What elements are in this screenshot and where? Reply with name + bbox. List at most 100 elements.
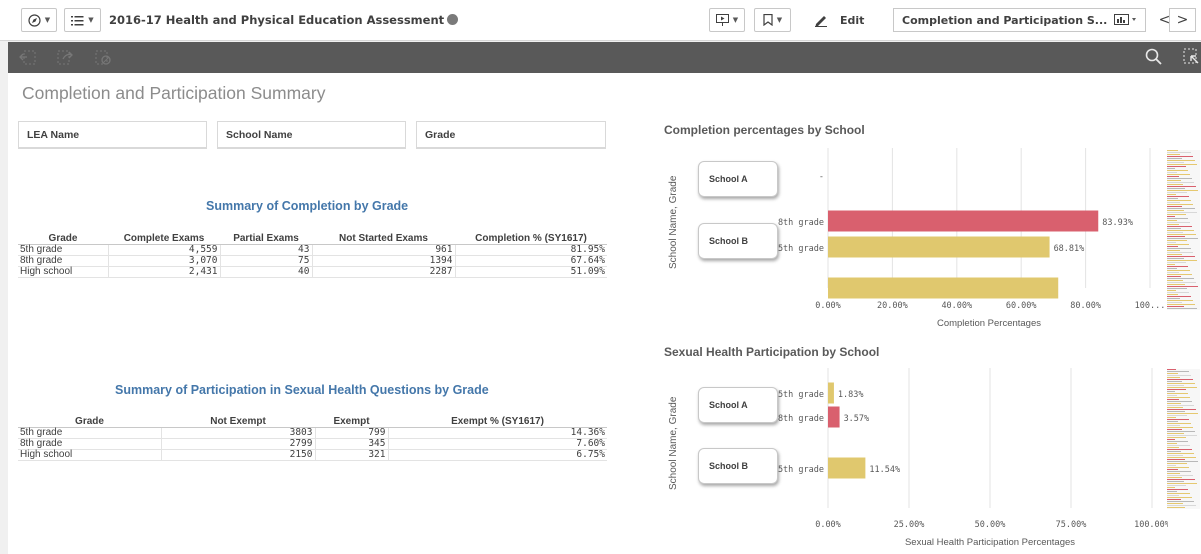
column-header[interactable]: Complete Exams <box>108 233 220 245</box>
filter-lea-name[interactable]: LEA Name <box>18 121 207 149</box>
x-axis-label: Sexual Health Participation Percentages <box>905 537 1075 548</box>
chevron-down-icon: ▼ <box>88 16 94 24</box>
participation-chart-ylabel: School Name, Grade <box>668 396 679 490</box>
minimap-line <box>1167 214 1186 215</box>
sheet-canvas: Completion and Participation Summary LEA… <box>8 73 1201 554</box>
minimap-line <box>1167 164 1197 165</box>
list-icon <box>71 15 84 25</box>
sheet-title: Completion and Participation Summary <box>22 83 326 103</box>
school-dimension-label[interactable]: School A <box>698 387 778 423</box>
school-dimension-label[interactable]: School B <box>698 223 778 259</box>
column-header[interactable]: Exempt <box>315 416 388 428</box>
navigation-menu-button[interactable]: ▼ <box>21 8 57 32</box>
x-tick-label: 50.00% <box>975 520 1006 530</box>
table-row: High school 2150 321 6.75% <box>18 449 607 461</box>
value-cell: 1394 <box>311 255 455 267</box>
minimap-line <box>1167 461 1198 462</box>
grade-cell[interactable]: 8th grade <box>18 438 161 450</box>
minimap-line <box>1167 491 1177 492</box>
minimap-line <box>1167 152 1191 153</box>
school-dimension-label[interactable]: School A <box>698 161 778 197</box>
global-menu-button[interactable]: ▼ <box>64 8 101 32</box>
filter-school-name[interactable]: School Name <box>217 121 406 149</box>
minimap-line <box>1167 234 1196 235</box>
completion-chart[interactable]: 0.00% 20.00% 40.00% 60.00% 80.00% 100... Compl… <box>688 148 1168 348</box>
minimap-line <box>1167 188 1185 189</box>
chevron-down-icon: ▼ <box>732 16 739 24</box>
minimap-line <box>1167 226 1192 227</box>
minimap-line <box>1167 186 1196 187</box>
search-icon[interactable] <box>1145 48 1162 65</box>
table-row: 8th grade 3,070 75 1394 67.64% <box>18 255 607 267</box>
value-cell: 2287 <box>311 266 455 278</box>
table-header-row: Grade Complete Exams Partial Exams Not Star… <box>18 233 607 245</box>
minimap-line <box>1167 429 1182 430</box>
bar[interactable] <box>828 210 1099 232</box>
minimap-line <box>1167 403 1181 404</box>
story-button[interactable]: ▼ <box>709 8 745 32</box>
minimap-line <box>1167 172 1177 173</box>
grade-label: 5th grade <box>778 244 824 254</box>
data-label: 1.83% <box>838 390 864 400</box>
selections-tool-icon[interactable] <box>1183 48 1200 65</box>
step-forward-icon[interactable] <box>57 50 74 65</box>
grade-cell[interactable]: High school <box>18 266 108 278</box>
minimap-line <box>1167 264 1175 265</box>
filter-grade[interactable]: Grade <box>416 121 606 149</box>
minimap-line <box>1167 471 1191 472</box>
school-dimension-label[interactable]: School B <box>698 448 778 484</box>
minimap-line <box>1167 435 1197 436</box>
filter-label: Grade <box>425 129 456 141</box>
selections-toolbar <box>8 42 1201 73</box>
bar[interactable] <box>828 457 866 479</box>
participation-chart-scrollbar[interactable] <box>1167 369 1200 509</box>
grade-cell[interactable]: High school <box>18 449 161 461</box>
completion-chart-scrollbar[interactable] <box>1167 150 1200 310</box>
minimap-line <box>1167 419 1189 420</box>
participation-chart[interactable]: 0.00% 25.00% 50.00% 75.00% 100.00% Sexual Hea… <box>688 368 1170 554</box>
edit-button[interactable]: Edit <box>802 8 887 32</box>
x-tick-label: 60.00% <box>1006 301 1037 311</box>
bar[interactable] <box>828 382 834 404</box>
minimap-line <box>1167 298 1180 299</box>
column-header[interactable]: Grade <box>18 416 161 428</box>
table-row: 5th grade 4,559 43 961 81.95% <box>18 244 607 256</box>
column-header[interactable]: Completion % (SY1617) <box>455 233 607 245</box>
grade-cell[interactable]: 5th grade <box>18 427 161 439</box>
minimap-line <box>1167 433 1184 434</box>
minimap-line <box>1167 262 1186 263</box>
bar[interactable] <box>828 236 1050 258</box>
sheet-selector[interactable]: Completion and Participation S... <box>893 8 1146 32</box>
bookmark-button[interactable]: ▼ <box>754 8 791 32</box>
clear-selections-icon[interactable] <box>95 50 112 65</box>
minimap-line <box>1167 222 1190 223</box>
grade-cell[interactable]: 5th grade <box>18 244 108 256</box>
minimap-line <box>1167 170 1188 171</box>
step-back-icon[interactable] <box>19 50 36 65</box>
minimap-line <box>1167 252 1193 253</box>
minimap-line <box>1167 282 1196 283</box>
minimap-line <box>1167 387 1197 388</box>
minimap-line <box>1167 212 1197 213</box>
grade-cell[interactable]: 8th grade <box>18 255 108 267</box>
column-header[interactable]: Not Exempt <box>161 416 315 428</box>
next-sheet-button[interactable]: > <box>1169 8 1196 32</box>
minimap-line <box>1167 240 1187 241</box>
participation-table[interactable]: Grade Not Exempt Exempt Exempt % (SY1617) 5… <box>18 416 607 461</box>
column-header[interactable]: Partial Exams <box>220 233 312 245</box>
bar[interactable] <box>828 277 1059 299</box>
value-cell: 14.36% <box>387 427 607 439</box>
minimap-line <box>1167 507 1185 508</box>
minimap-line <box>1167 176 1179 177</box>
minimap-line <box>1167 445 1190 446</box>
column-header[interactable]: Grade <box>18 233 108 245</box>
column-header[interactable]: Exempt % (SY1617) <box>388 416 607 428</box>
bar[interactable] <box>828 406 840 428</box>
column-header[interactable]: Not Started Exams <box>312 233 455 245</box>
minimap-line <box>1167 216 1175 217</box>
completion-table[interactable]: Grade Complete Exams Partial Exams Not Star… <box>18 233 607 278</box>
value-cell: 2150 <box>160 449 315 461</box>
minimap-line <box>1167 306 1184 307</box>
minimap-line <box>1167 373 1178 374</box>
minimap-line <box>1167 204 1193 205</box>
